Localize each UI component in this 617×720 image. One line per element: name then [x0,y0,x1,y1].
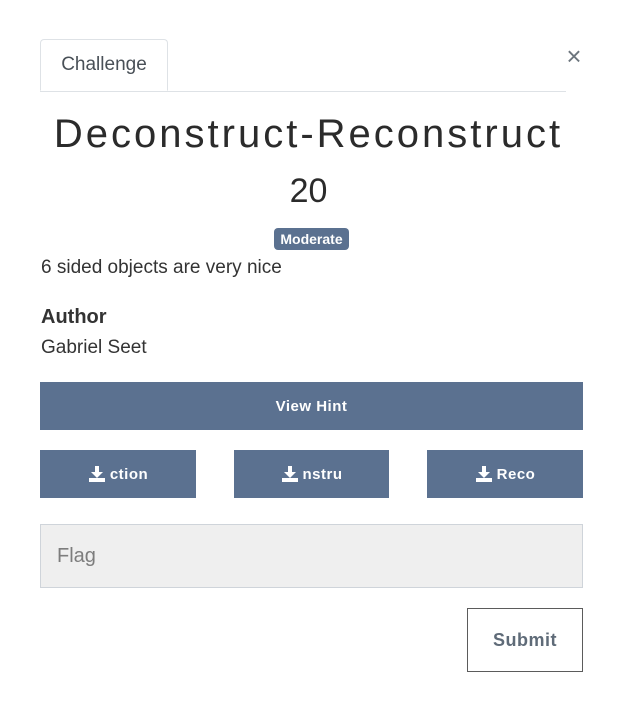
view-hint-label: View Hint [275,397,348,415]
file-download-button-2[interactable]: nstru [234,450,389,498]
submit-label: Submit [493,629,557,650]
download-icon [281,466,298,482]
tab-bar: Challenge [40,39,566,92]
file-download-label: nstru [302,465,343,483]
flag-input[interactable] [40,524,583,588]
challenge-modal: Challenge × Deconstruct-Reconstruct 20 M… [0,0,617,720]
view-hint-button[interactable]: View Hint [40,382,583,430]
tab-challenge-label: Challenge [61,54,147,75]
challenge-points: 20 [289,172,328,210]
download-icon [475,466,492,482]
badge-container: Moderate [0,228,617,250]
submit-button[interactable]: Submit [467,608,583,672]
author-label: Author [41,306,107,328]
author-name: Gabriel Seet [41,337,147,358]
challenge-description: 6 sided objects are very nice [41,257,282,278]
tab-challenge[interactable]: Challenge [40,39,168,91]
close-icon[interactable]: × [562,42,586,70]
file-download-label: ction [109,465,149,483]
download-icon [88,466,105,482]
difficulty-badge: Moderate [274,228,349,250]
file-download-label: Reco [496,465,536,483]
challenge-title: Deconstruct-Reconstruct [53,112,564,156]
file-download-button-1[interactable]: ction [40,450,196,498]
file-download-button-3[interactable]: Reco [427,450,583,498]
